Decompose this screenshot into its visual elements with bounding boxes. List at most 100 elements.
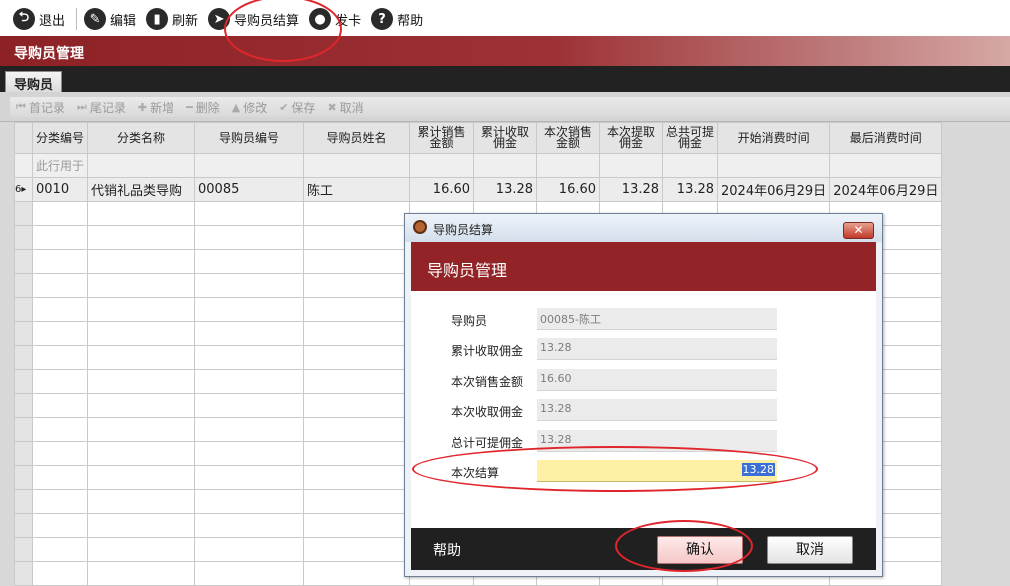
table-cell[interactable]: 16.60: [536, 177, 601, 202]
table-cell[interactable]: 2024年06月29日: [829, 177, 943, 202]
table-cell[interactable]: [194, 273, 305, 298]
column-header[interactable]: 开始消费时间: [717, 122, 831, 154]
table-cell[interactable]: 0010: [31, 177, 89, 202]
table-cell[interactable]: [87, 321, 196, 346]
tab-shopping-guide[interactable]: 导购员: [5, 71, 62, 93]
table-cell[interactable]: [303, 417, 411, 442]
help-button[interactable]: ? 帮助: [368, 5, 430, 33]
table-cell[interactable]: [303, 489, 411, 514]
column-header[interactable]: 导购员姓名: [303, 122, 411, 154]
table-cell[interactable]: [87, 249, 196, 274]
column-header[interactable]: 最后消费时间: [829, 122, 943, 154]
table-cell[interactable]: [31, 513, 89, 538]
filter-cell[interactable]: [717, 153, 831, 178]
filter-cell[interactable]: [662, 153, 719, 178]
table-cell[interactable]: [303, 537, 411, 562]
table-cell[interactable]: [87, 369, 196, 394]
filter-hint[interactable]: 此行用于: [31, 153, 89, 178]
table-cell[interactable]: [303, 321, 411, 346]
table-cell[interactable]: [87, 561, 196, 586]
exit-button[interactable]: ⮌ 退出: [10, 5, 72, 33]
column-header[interactable]: 本次销售金额: [536, 122, 601, 154]
row-indicator[interactable]: 6▸: [14, 177, 33, 202]
table-cell[interactable]: [303, 273, 411, 298]
table-cell[interactable]: [31, 321, 89, 346]
table-cell[interactable]: [87, 297, 196, 322]
cancel-record-button[interactable]: ✖ 取消: [327, 99, 363, 116]
table-cell[interactable]: [303, 393, 411, 418]
column-header[interactable]: 总共可提佣金: [662, 122, 719, 154]
table-cell[interactable]: 2024年06月29日: [717, 177, 831, 202]
table-cell[interactable]: 00085: [194, 177, 305, 202]
table-cell[interactable]: 陈工: [303, 177, 411, 202]
table-cell[interactable]: [87, 537, 196, 562]
table-cell[interactable]: [194, 225, 305, 250]
filter-cell[interactable]: [194, 153, 305, 178]
table-row[interactable]: 6▸ 0010 代销礼品类导购 00085 陈工 16.60 13.28 16.…: [14, 177, 943, 202]
delete-button[interactable]: ━ 删除: [186, 99, 220, 116]
first-record-button[interactable]: ⏮ 首记录: [16, 99, 65, 116]
table-cell[interactable]: [31, 489, 89, 514]
table-cell[interactable]: [194, 417, 305, 442]
table-cell[interactable]: [87, 225, 196, 250]
close-button[interactable]: ✕: [843, 222, 874, 239]
table-cell[interactable]: [31, 345, 89, 370]
add-button[interactable]: ✚ 新增: [138, 99, 174, 116]
filter-cell[interactable]: [303, 153, 411, 178]
table-cell[interactable]: [194, 249, 305, 274]
table-cell[interactable]: 13.28: [662, 177, 719, 202]
filter-cell[interactable]: [536, 153, 601, 178]
table-cell[interactable]: [31, 561, 89, 586]
filter-cell[interactable]: [87, 153, 196, 178]
table-cell[interactable]: [303, 297, 411, 322]
table-cell[interactable]: [31, 417, 89, 442]
column-header[interactable]: 本次提取佣金: [599, 122, 664, 154]
table-cell[interactable]: [303, 369, 411, 394]
column-header[interactable]: 分类名称: [87, 122, 196, 154]
column-header[interactable]: 分类编号: [31, 122, 89, 154]
table-cell[interactable]: [87, 513, 196, 538]
table-cell[interactable]: [194, 489, 305, 514]
table-cell[interactable]: [303, 345, 411, 370]
table-cell[interactable]: [303, 225, 411, 250]
last-record-button[interactable]: ⏭ 尾记录: [77, 99, 126, 116]
save-button[interactable]: ✔ 保存: [279, 99, 315, 116]
table-cell[interactable]: [87, 345, 196, 370]
column-header[interactable]: 累计销售金额: [409, 122, 475, 154]
table-cell[interactable]: 16.60: [409, 177, 475, 202]
table-cell[interactable]: [31, 369, 89, 394]
table-cell[interactable]: [31, 465, 89, 490]
table-cell[interactable]: [194, 297, 305, 322]
table-cell[interactable]: [87, 489, 196, 514]
table-cell[interactable]: [303, 465, 411, 490]
table-cell[interactable]: [194, 321, 305, 346]
table-cell[interactable]: [31, 297, 89, 322]
table-cell[interactable]: [31, 225, 89, 250]
table-cell[interactable]: [194, 465, 305, 490]
table-cell[interactable]: [87, 465, 196, 490]
table-cell[interactable]: [87, 441, 196, 466]
column-header[interactable]: 导购员编号: [194, 122, 305, 154]
filter-cell[interactable]: [473, 153, 538, 178]
table-cell[interactable]: [87, 273, 196, 298]
table-cell[interactable]: [87, 201, 196, 226]
table-cell[interactable]: [194, 369, 305, 394]
table-cell[interactable]: [194, 345, 305, 370]
table-cell[interactable]: [303, 201, 411, 226]
table-cell[interactable]: [194, 201, 305, 226]
refresh-button[interactable]: ▮ 刷新: [143, 5, 205, 33]
table-cell[interactable]: [194, 513, 305, 538]
edit-button[interactable]: ✎ 编辑: [81, 5, 143, 33]
table-cell[interactable]: [31, 393, 89, 418]
table-cell[interactable]: [194, 441, 305, 466]
table-cell[interactable]: [194, 537, 305, 562]
filter-cell[interactable]: [599, 153, 664, 178]
table-cell[interactable]: [31, 201, 89, 226]
cancel-button[interactable]: 取消: [767, 536, 853, 564]
table-cell[interactable]: [31, 273, 89, 298]
table-cell[interactable]: [31, 249, 89, 274]
table-cell[interactable]: [303, 249, 411, 274]
table-cell[interactable]: [303, 441, 411, 466]
table-cell[interactable]: [303, 513, 411, 538]
table-cell[interactable]: [87, 417, 196, 442]
